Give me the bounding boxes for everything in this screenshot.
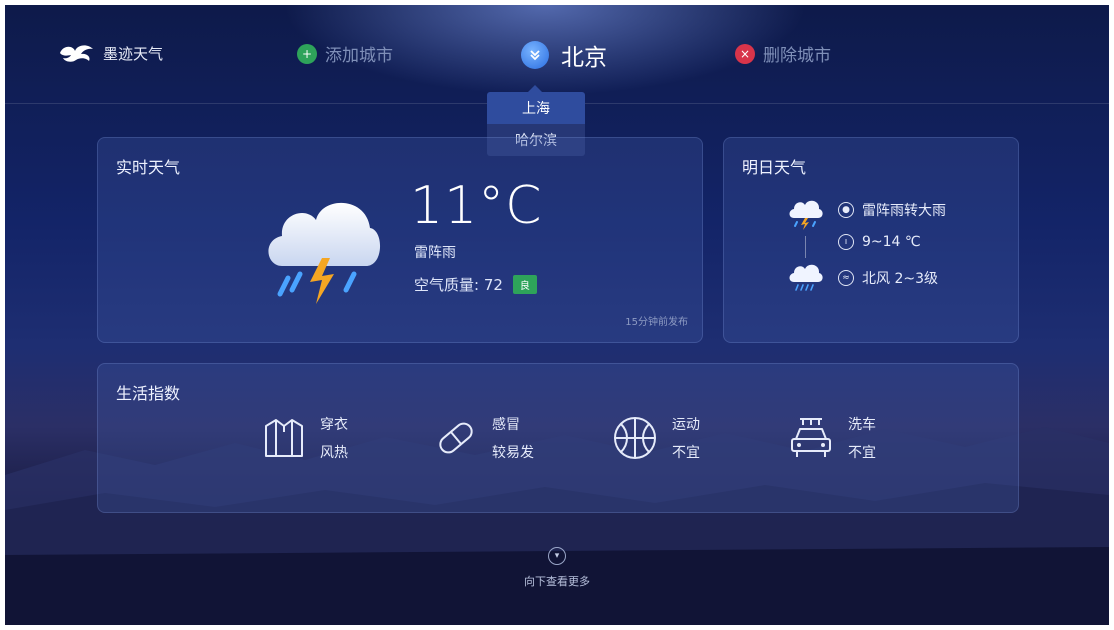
tomorrow-weather-title: 明日天气 [742, 158, 807, 177]
weather-dot-icon: ● [838, 202, 854, 218]
tomorrow-wind: 北风 2~3级 [862, 271, 938, 287]
delete-city-label: 删除城市 [763, 46, 831, 66]
add-city-button[interactable]: + 添加城市 [297, 41, 393, 66]
current-weather-panel: 实时天气 11°C 雷阵雨 空气质量: 72 良 15分钟前发布 [97, 137, 703, 343]
life-index-label: 运动 [672, 417, 700, 433]
shirt-icon [265, 419, 303, 457]
app-name: 墨迹天气 [103, 44, 164, 63]
delete-city-button[interactable]: × 删除城市 [735, 41, 831, 66]
life-index-panel: 生活指数 穿衣 风热 感冒 较易发 运动 不宜 洗车 不宜 [97, 363, 1019, 513]
life-index-cold[interactable]: 感冒 较易发 [434, 414, 534, 462]
scroll-more-text: 向下查看更多 [524, 575, 590, 588]
tomorrow-temperature: 9~14 ℃ [862, 234, 921, 250]
air-quality: 空气质量: 72 良 [414, 274, 537, 295]
life-index-value: 不宜 [672, 445, 700, 461]
life-index-value: 较易发 [492, 445, 534, 461]
tomorrow-temperature-row: ı 9~14 ℃ [838, 234, 921, 250]
thunderstorm-icon [268, 202, 381, 304]
life-index-title: 生活指数 [116, 384, 181, 403]
tomorrow-condition-row: ● 雷阵雨转大雨 [838, 200, 946, 220]
moji-logo-icon [60, 45, 93, 62]
basketball-icon [614, 417, 656, 459]
tomorrow-weather-panel: 明日天气 ● 雷阵雨转大雨 ı 9~14 ℃ ≈ 北风 2~3级 [723, 137, 1019, 343]
life-index-label: 穿衣 [320, 417, 348, 433]
current-weather-title: 实时天气 [116, 158, 181, 177]
chevron-down-icon [521, 41, 549, 69]
tomorrow-wind-row: ≈ 北风 2~3级 [838, 268, 938, 288]
aqi-label: 空气质量: 72 [414, 276, 503, 294]
life-index-car-wash[interactable]: 洗车 不宜 [788, 414, 876, 462]
close-icon: × [735, 43, 755, 64]
tomorrow-icons [788, 194, 828, 294]
update-time: 15分钟前发布 [625, 317, 688, 328]
life-index-label: 感冒 [492, 417, 520, 433]
aqi-badge: 良 [512, 275, 537, 294]
tomorrow-condition: 雷阵雨转大雨 [862, 203, 946, 219]
life-index-value: 不宜 [848, 445, 876, 461]
city-option-shanghai[interactable]: 上海 [487, 92, 585, 124]
plus-icon: + [297, 43, 317, 64]
thunderstorm-small-icon [789, 200, 823, 230]
life-index-clothing[interactable]: 穿衣 风热 [262, 414, 348, 462]
heavy-rain-icon [789, 264, 823, 291]
wind-icon: ≈ [838, 270, 854, 286]
add-city-label: 添加城市 [325, 46, 393, 66]
scroll-more-hint[interactable]: ▾ 向下查看更多 [5, 547, 1109, 589]
arrow-down-icon: ▾ [548, 547, 566, 565]
life-index-label: 洗车 [848, 417, 876, 433]
car-wash-icon [791, 418, 831, 457]
current-city-selector[interactable]: 北京 [521, 38, 607, 72]
current-condition: 雷阵雨 [414, 245, 456, 261]
current-city-name: 北京 [561, 45, 607, 71]
life-index-value: 风热 [320, 445, 348, 461]
dropdown-arrow [528, 85, 542, 92]
thermometer-icon: ı [838, 234, 854, 250]
weather-screen: 墨迹天气 + 添加城市 北京 × 删除城市 上海 哈尔滨 实时天气 11°C 雷… [5, 5, 1109, 625]
top-bar: 墨迹天气 + 添加城市 北京 × 删除城市 [5, 5, 1109, 104]
pill-icon [439, 422, 473, 454]
app-logo: 墨迹天气 [57, 41, 163, 65]
icon-connector-line [805, 236, 806, 258]
current-temperature: 11°C [410, 176, 543, 236]
life-index-sport[interactable]: 运动 不宜 [612, 414, 700, 462]
